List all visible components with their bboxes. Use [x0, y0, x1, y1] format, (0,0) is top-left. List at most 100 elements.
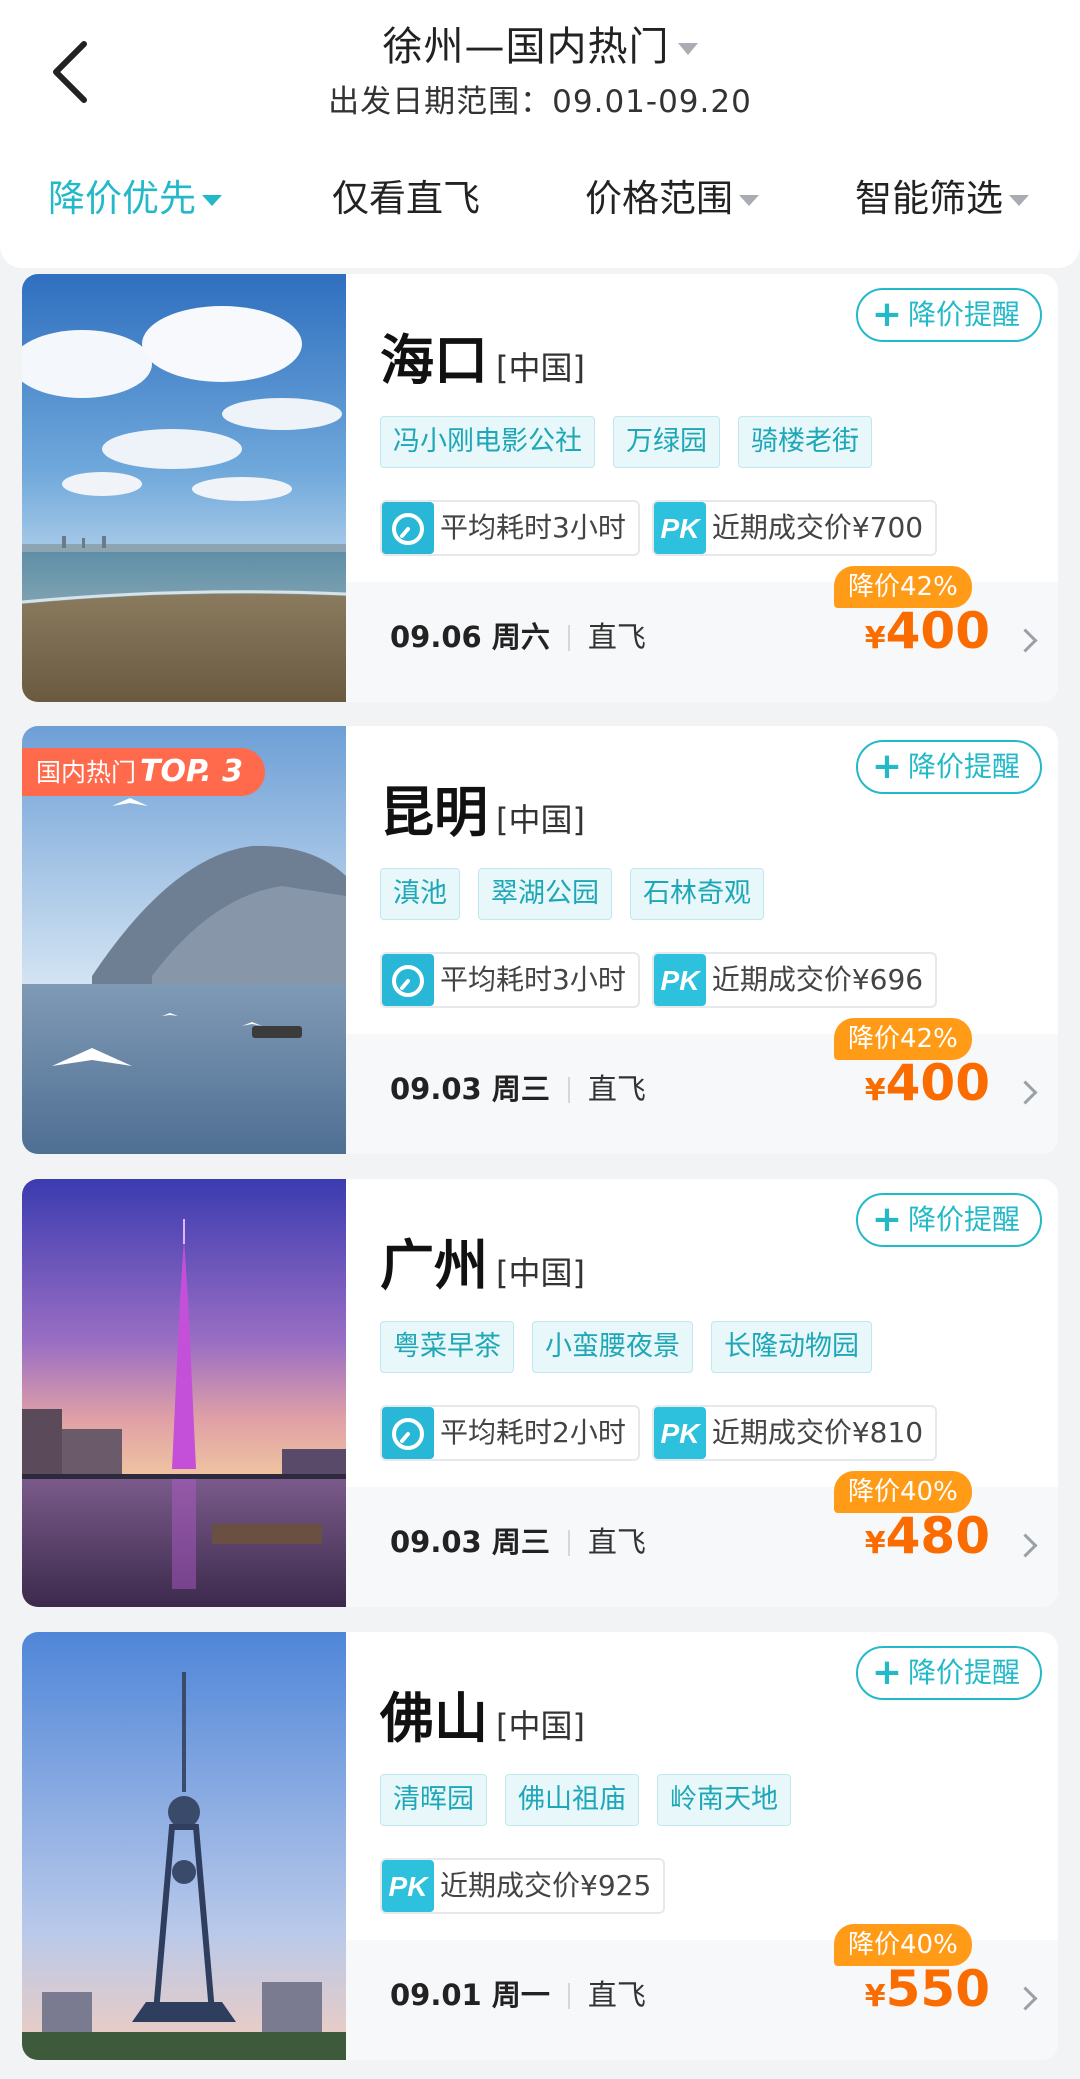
flight-type: 直飞 — [587, 1525, 646, 1559]
destination-card[interactable]: 海口 [中国] + 降价提醒 冯小刚电影公社 万绿园 骑楼老街 平均耗时3小时 PK 近期… — [22, 274, 1058, 702]
destination-card[interactable]: 广州 [中国] + 降价提醒 粤菜早茶 小蛮腰夜景 长隆动物园 平均耗时2小时 PK 近期… — [22, 1179, 1058, 1607]
departure-date: 09.06 周六 直飞 — [390, 614, 646, 656]
destination-card[interactable]: 国内热门 TOP. 3 昆明 [中国] + 降价提醒 滇池 翠湖公园 石林奇观 平均耗时3… — [22, 726, 1058, 1154]
attraction-tag: 佛山祖庙 — [505, 1774, 639, 1826]
svg-text:PK: PK — [660, 965, 701, 996]
attraction-tag: 滇池 — [380, 868, 460, 920]
departure-date: 09.01 周一 直飞 — [390, 1972, 646, 2014]
destination-card[interactable]: 佛山 [中国] + 降价提醒 清晖园 佛山祖庙 岭南天地 PK 近期成交价¥925 09.… — [22, 1632, 1058, 2060]
recent-price-info: PK 近期成交价¥925 — [380, 1858, 666, 1914]
divider — [567, 625, 570, 651]
attraction-tag: 清晖园 — [380, 1774, 487, 1826]
caret-down-icon — [739, 195, 759, 206]
price: ¥400 — [865, 1054, 990, 1112]
filter-label: 价格范围 — [585, 177, 733, 220]
city-name: 海口 [中国] — [380, 316, 585, 395]
price-alert-button[interactable]: + 降价提醒 — [855, 740, 1042, 794]
currency-symbol: ¥ — [864, 1526, 886, 1561]
recent-price-text: 近期成交价¥810 — [711, 1416, 924, 1449]
filter-price-range[interactable]: 价格范围 — [585, 168, 759, 222]
price: ¥400 — [865, 602, 990, 660]
price-amount: 400 — [885, 602, 990, 660]
duration-info: 平均耗时3小时 — [380, 952, 640, 1008]
flight-type: 直飞 — [587, 620, 646, 654]
attraction-tag: 翠湖公园 — [478, 868, 612, 920]
country-label: [中国] — [496, 1707, 585, 1745]
price-amount: 400 — [885, 1054, 990, 1112]
destination-photo — [22, 1179, 346, 1607]
plus-icon: + — [871, 1199, 902, 1240]
price-amount: 480 — [885, 1507, 990, 1565]
attraction-tag: 冯小刚电影公社 — [380, 416, 595, 468]
info-row: 平均耗时3小时 PK 近期成交价¥700 — [380, 500, 949, 556]
attraction-tag: 粤菜早茶 — [380, 1321, 514, 1373]
price-alert-label: 降价提醒 — [907, 1203, 1020, 1236]
divider — [567, 1530, 570, 1556]
clock-icon — [382, 502, 434, 554]
recent-price-info: PK 近期成交价¥810 — [651, 1405, 938, 1461]
city-name: 昆明 [中国] — [380, 768, 585, 847]
filter-label: 降价优先 — [48, 177, 196, 220]
divider — [567, 1983, 570, 2009]
svg-text:PK: PK — [389, 1871, 430, 1902]
price-alert-label: 降价提醒 — [907, 750, 1020, 783]
caret-down-icon — [677, 43, 698, 55]
flight-type: 直飞 — [587, 1978, 646, 2012]
clock-icon — [382, 954, 434, 1006]
filter-smart[interactable]: 智能筛选 — [855, 168, 1029, 222]
pk-icon: PK — [653, 1407, 706, 1459]
date-range: 出发日期范围：09.01-09.20 — [328, 84, 752, 120]
route-title-text: 徐州—国内热门 — [382, 24, 670, 70]
attraction-tag: 岭南天地 — [657, 1774, 791, 1826]
attraction-tag: 万绿园 — [613, 416, 720, 468]
attraction-tag: 长隆动物园 — [711, 1321, 872, 1373]
filter-label: 仅看直飞 — [332, 177, 480, 220]
recent-price-text: 近期成交价¥925 — [440, 1869, 652, 1902]
duration-text: 平均耗时3小时 — [440, 963, 626, 996]
city-label: 昆明 — [380, 781, 488, 844]
country-label: [中国] — [496, 801, 585, 839]
info-row: PK 近期成交价¥925 — [380, 1858, 677, 1914]
plus-icon: + — [871, 294, 902, 335]
plus-icon: + — [871, 746, 902, 787]
country-label: [中国] — [496, 1254, 585, 1292]
city-name: 佛山 [中国] — [380, 1674, 585, 1753]
pk-icon: PK — [653, 954, 706, 1006]
attraction-tags: 粤菜早茶 小蛮腰夜景 长隆动物园 — [380, 1321, 890, 1373]
plus-icon: + — [871, 1652, 902, 1693]
recent-price-info: PK 近期成交价¥700 — [651, 500, 938, 556]
currency-symbol: ¥ — [864, 1073, 886, 1108]
divider — [567, 1077, 570, 1103]
svg-text:PK: PK — [660, 513, 701, 544]
flight-type: 直飞 — [587, 1072, 646, 1106]
info-row: 平均耗时2小时 PK 近期成交价¥810 — [380, 1405, 949, 1461]
filter-direct-only[interactable]: 仅看直飞 — [332, 168, 480, 222]
price-amount: 550 — [885, 1960, 990, 2018]
attraction-tags: 清晖园 佛山祖庙 岭南天地 — [380, 1774, 809, 1826]
price-alert-button[interactable]: + 降价提醒 — [855, 1646, 1042, 1700]
city-name: 广州 [中国] — [380, 1221, 585, 1300]
attraction-tags: 冯小刚电影公社 万绿园 骑楼老街 — [380, 416, 890, 468]
date-text: 09.06 周六 — [390, 620, 550, 654]
date-text: 09.01 周一 — [390, 1978, 550, 2012]
attraction-tags: 滇池 翠湖公园 石林奇观 — [380, 868, 782, 920]
destination-photo — [22, 274, 346, 702]
departure-date: 09.03 周三 直飞 — [390, 1066, 646, 1108]
caret-down-icon — [202, 195, 222, 206]
svg-text:PK: PK — [660, 1418, 701, 1449]
recent-price-text: 近期成交价¥696 — [711, 963, 924, 996]
caret-down-icon — [1009, 195, 1029, 206]
route-title[interactable]: 徐州—国内热门 — [0, 14, 1080, 72]
price: ¥480 — [865, 1507, 990, 1565]
info-row: 平均耗时3小时 PK 近期成交价¥696 — [380, 952, 949, 1008]
price: ¥550 — [865, 1960, 990, 2018]
price-alert-button[interactable]: + 降价提醒 — [855, 1193, 1042, 1247]
date-text: 09.03 周三 — [390, 1525, 550, 1559]
top-bar: 徐州—国内热门 出发日期范围：09.01-09.20 降价优先 仅看直飞 价格范… — [0, 0, 1080, 268]
country-label: [中国] — [496, 349, 585, 387]
destination-photo: 国内热门 TOP. 3 — [22, 726, 346, 1154]
price-alert-button[interactable]: + 降价提醒 — [855, 288, 1042, 342]
city-label: 海口 — [380, 329, 488, 392]
filter-sort-price-drop[interactable]: 降价优先 — [48, 168, 222, 222]
duration-info: 平均耗时3小时 — [380, 500, 640, 556]
